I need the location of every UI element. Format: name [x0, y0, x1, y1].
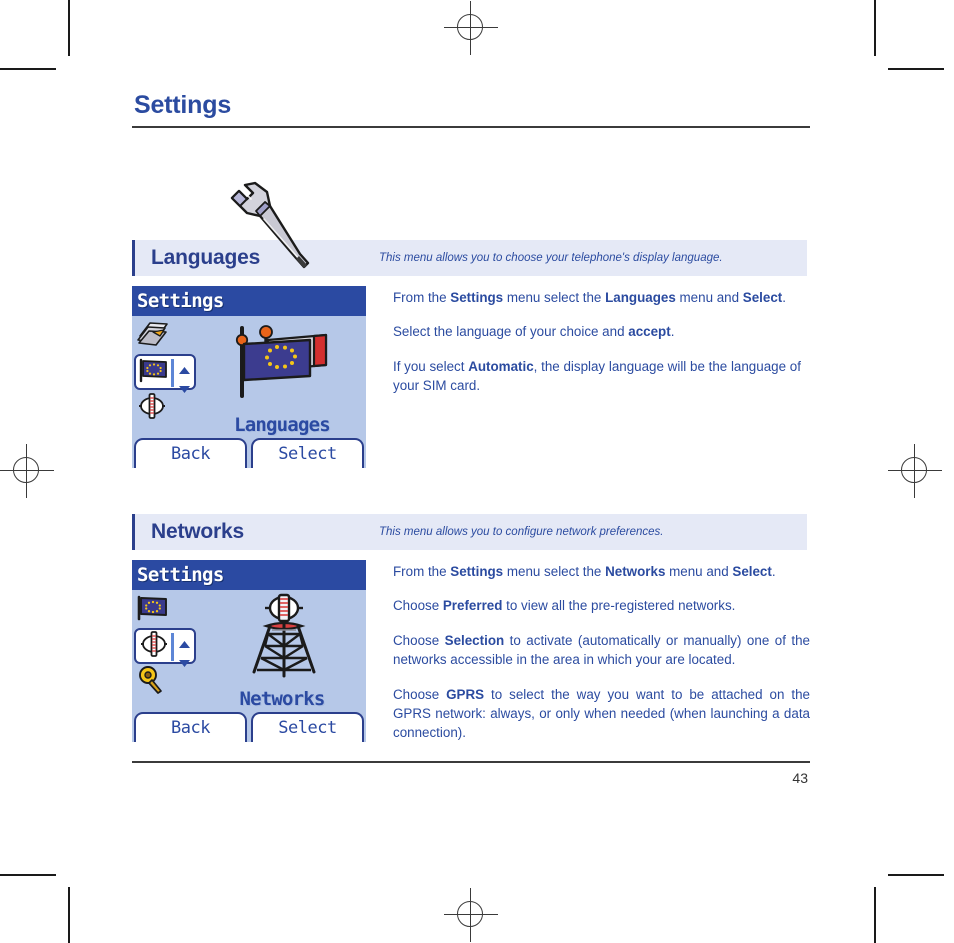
section-subtitle-languages: This menu allows you to choose your tele… [379, 251, 723, 264]
paragraph: Choose GPRS to select the way you want t… [393, 686, 811, 741]
registration-mark-right [888, 444, 942, 498]
chevron-down-icon[interactable] [178, 653, 191, 672]
section-header-networks: Networks This menu allows you to configu… [132, 513, 807, 550]
section-networks: Networks This menu allows you to configu… [132, 513, 810, 743]
phone-icon-rail [134, 318, 196, 426]
page-number: 43 [792, 769, 808, 786]
eu-flag-icon-large [230, 318, 338, 408]
rail-scroll-arrows[interactable] [178, 634, 191, 667]
wrench-icon [220, 180, 316, 277]
footer-divider [132, 760, 810, 763]
registration-mark-bottom [444, 888, 498, 942]
page-content: Settings Languages This menu allows you … [132, 92, 810, 786]
network-gauge-icon [138, 629, 170, 663]
phone-titlebar-label: Settings [137, 289, 224, 312]
paragraph: From the Settings menu select the Langua… [393, 289, 786, 305]
section-copy-networks: From the Settings menu select the Networ… [368, 560, 810, 743]
rail-separator [171, 358, 174, 387]
phone-icon-rail [134, 592, 196, 700]
rail-item-languages-selected[interactable] [134, 353, 196, 393]
rail-item-networks-selected[interactable] [134, 627, 196, 667]
eu-flag-icon [136, 593, 170, 627]
phone-titlebar-label: Settings [137, 563, 224, 586]
crop-mark-bottom-left-horizontal [0, 874, 56, 876]
crop-mark-bottom-right-vertical [874, 887, 876, 943]
section-copy-languages: From the Settings menu select the Langua… [368, 286, 810, 468]
phone-hero-label: Networks [239, 687, 325, 710]
phone-titlebar: Settings [132, 285, 366, 316]
phone-titlebar: Settings [132, 559, 366, 590]
crop-mark-top-left-horizontal [0, 68, 56, 70]
crop-mark-bottom-left-vertical [68, 887, 70, 943]
chapter-illustration [132, 128, 810, 269]
softkey-back[interactable]: Back [134, 711, 247, 742]
chevron-down-icon[interactable] [178, 379, 191, 398]
antenna-tower-icon-large [236, 592, 332, 684]
softkey-select[interactable]: Select [251, 711, 364, 742]
phone-softkeys: Back Select [132, 437, 366, 468]
registration-mark-left [0, 444, 54, 498]
paragraph: From the Settings menu select the Networ… [393, 563, 776, 579]
registration-mark-top [444, 1, 498, 55]
crop-mark-bottom-right-horizontal [888, 874, 944, 876]
rail-separator [171, 632, 174, 661]
phone-hero-languages: Languages [202, 316, 366, 438]
rail-scroll-arrows[interactable] [178, 360, 191, 393]
crop-mark-top-right-vertical [874, 0, 876, 56]
phone-screenshot-networks: Settings Networks Back Select [132, 559, 368, 743]
phone-softkeys: Back Select [132, 711, 366, 742]
paragraph: Choose Selection to activate (automatica… [393, 632, 811, 668]
key-icon [136, 665, 168, 699]
crop-mark-top-left-vertical [68, 0, 70, 56]
rail-item-folder-papers[interactable] [134, 318, 196, 354]
paragraph: If you select Automatic, the display lan… [393, 358, 801, 394]
phone-screenshot-languages: Settings Languages Back Select [132, 285, 368, 468]
phone-hero-networks: Networks [202, 590, 366, 712]
folder-papers-icon [136, 319, 170, 353]
softkey-back[interactable]: Back [134, 437, 247, 468]
page-title: Settings [134, 91, 232, 119]
eu-flag-icon [138, 356, 170, 388]
paragraph: Choose Preferred to view all the pre-reg… [393, 598, 736, 614]
paragraph: Select the language of your choice and a… [393, 324, 675, 340]
section-title-networks: Networks [151, 519, 244, 543]
section-subtitle-networks: This menu allows you to configure networ… [379, 525, 664, 538]
crop-mark-top-right-horizontal [888, 68, 944, 70]
softkey-select[interactable]: Select [251, 437, 364, 468]
chevron-up-icon[interactable] [178, 360, 191, 379]
rail-item-languages[interactable] [134, 592, 196, 628]
chevron-up-icon[interactable] [178, 634, 191, 653]
network-gauge-icon [136, 391, 168, 425]
phone-hero-label: Languages [234, 413, 331, 436]
